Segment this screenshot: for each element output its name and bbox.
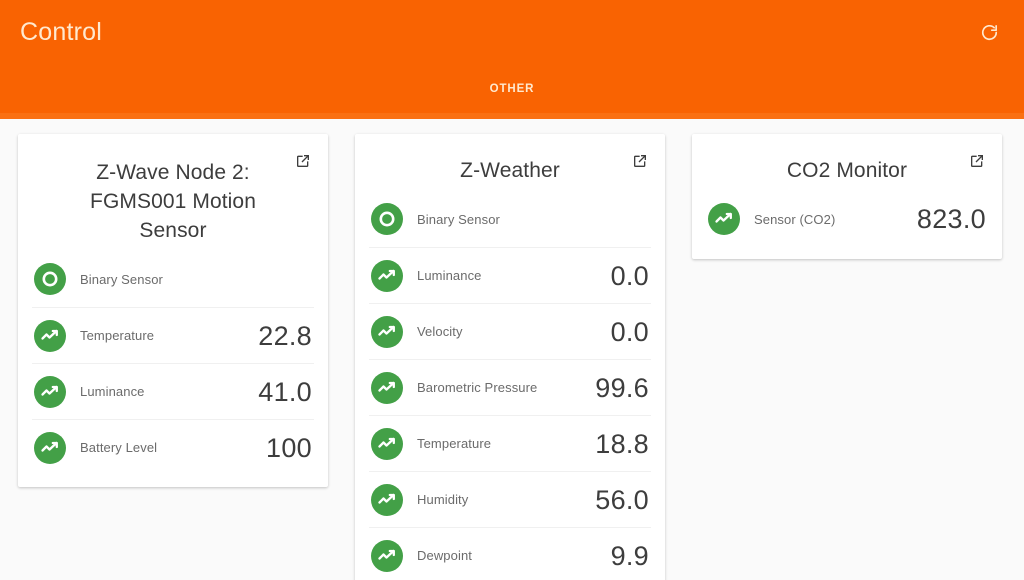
board-column-1: Z-Wave Node 2: FGMS001 Motion Sensor Bin… [18, 134, 328, 487]
list-item-label: Dewpoint [417, 548, 472, 563]
list-item[interactable]: Binary Sensor [32, 251, 314, 307]
card-motion-sensor: Z-Wave Node 2: FGMS001 Motion Sensor Bin… [18, 134, 328, 487]
trend-line-icon [34, 375, 66, 408]
card-rows: Binary Sensor Temperature 22.8 Luminance… [32, 251, 314, 475]
list-item-label: Temperature [80, 328, 155, 343]
list-item[interactable]: Velocity 0.0 [369, 303, 651, 359]
tab-other[interactable]: OTHER [474, 77, 551, 101]
list-item[interactable]: Barometric Pressure 99.6 [369, 359, 651, 415]
list-item-value: 9.9 [610, 540, 649, 571]
list-item[interactable]: Battery Level 100 [32, 419, 314, 475]
trend-line-icon [371, 539, 403, 572]
list-item-value: 823.0 [916, 204, 986, 234]
list-item-value: 0.0 [610, 316, 649, 347]
list-item-label: Battery Level [80, 440, 158, 455]
list-item[interactable]: Humidity 56.0 [369, 471, 651, 527]
trend-line-icon [34, 431, 66, 464]
list-item-label: Luminance [417, 268, 482, 283]
list-item[interactable]: Temperature 22.8 [32, 307, 314, 363]
card-board: Z-Wave Node 2: FGMS001 Motion Sensor Bin… [0, 119, 1024, 580]
card-header: Z-Weather [369, 134, 651, 187]
list-item-value: 99.6 [595, 372, 649, 403]
card-title: Z-Weather [460, 159, 560, 182]
app-bar-top: Control [0, 0, 1024, 64]
binary-sensor-icon [34, 263, 66, 295]
card-header: Z-Wave Node 2: FGMS001 Motion Sensor [32, 134, 314, 247]
card-title: Z-Wave Node 2: FGMS001 Motion Sensor [90, 161, 256, 242]
card-rows: Sensor (CO2) 823.0 [706, 191, 988, 247]
list-item[interactable]: Luminance 41.0 [32, 363, 314, 419]
list-item[interactable]: Temperature 18.8 [369, 415, 651, 471]
refresh-icon[interactable] [972, 15, 1006, 49]
binary-sensor-icon [371, 203, 403, 235]
card-rows: Binary Sensor Luminance 0.0 Velocity 0.0… [369, 191, 651, 580]
card-title: CO2 Monitor [786, 159, 908, 182]
board-column-2: Z-Weather Binary Sensor Luminance 0.0 Ve… [355, 134, 665, 580]
trend-line-icon [371, 315, 403, 348]
list-item[interactable]: Dewpoint 9.9 [369, 527, 651, 580]
tab-bar: OTHER [0, 64, 1024, 113]
list-item-label: Temperature [417, 436, 492, 451]
list-item-value: 56.0 [595, 484, 649, 515]
open-in-new-icon[interactable] [966, 150, 988, 172]
list-item-label: Velocity [417, 324, 463, 339]
card-co2-monitor: CO2 Monitor Sensor (CO2) 823.0 [692, 134, 1002, 259]
trend-line-icon [371, 427, 403, 460]
open-in-new-icon[interactable] [629, 150, 651, 172]
card-z-weather: Z-Weather Binary Sensor Luminance 0.0 Ve… [355, 134, 665, 580]
card-header: CO2 Monitor [706, 134, 988, 187]
list-item-value: 41.0 [258, 376, 312, 407]
list-item-value: 100 [266, 432, 312, 463]
list-item-label: Binary Sensor [80, 271, 163, 287]
tab-indicator [0, 113, 1024, 119]
list-item-label: Sensor (CO2) [754, 211, 836, 227]
list-item-value: 22.8 [258, 320, 312, 351]
list-item-label: Humidity [417, 492, 469, 507]
list-item-value: 18.8 [595, 428, 649, 459]
list-item[interactable]: Binary Sensor [369, 191, 651, 247]
trend-line-icon [708, 203, 740, 235]
list-item[interactable]: Sensor (CO2) 823.0 [706, 191, 988, 247]
board-column-3: CO2 Monitor Sensor (CO2) 823.0 [692, 134, 1002, 259]
trend-line-icon [371, 259, 403, 292]
list-item-label: Luminance [80, 384, 145, 399]
app-bar: Control OTHER [0, 0, 1024, 119]
open-in-new-icon[interactable] [292, 150, 314, 172]
trend-line-icon [34, 319, 66, 352]
list-item-value: 0.0 [610, 260, 649, 291]
trend-line-icon [371, 371, 403, 404]
list-item[interactable]: Luminance 0.0 [369, 247, 651, 303]
list-item-label: Barometric Pressure [417, 380, 538, 395]
trend-line-icon [371, 483, 403, 516]
page-title: Control [20, 18, 102, 46]
list-item-label: Binary Sensor [417, 211, 500, 227]
